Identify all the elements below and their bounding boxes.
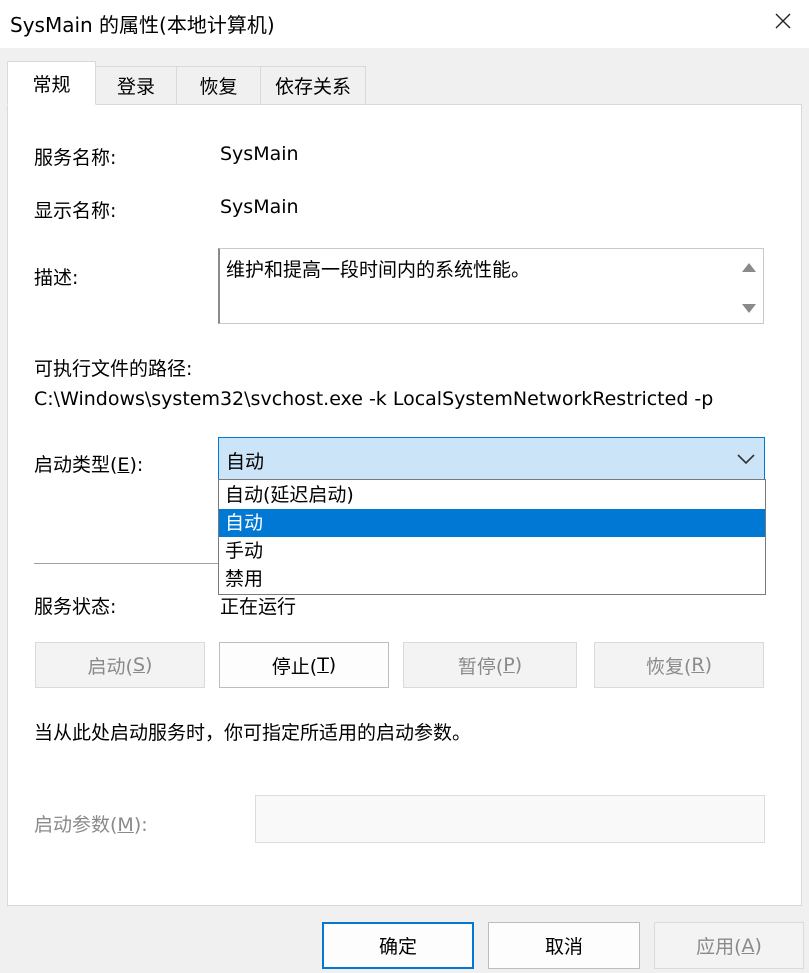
service-name-value: SysMain xyxy=(220,143,299,165)
scroll-up-arrow-icon xyxy=(741,256,757,278)
close-button[interactable] xyxy=(762,4,804,42)
description-label: 描述: xyxy=(34,267,79,289)
resume-button[interactable]: 恢复(R) xyxy=(594,642,764,688)
description-textbox[interactable]: 维护和提高一段时间内的系统性能。 xyxy=(218,248,764,324)
exe-path-value: C:\Windows\system32\svchost.exe -k Local… xyxy=(34,388,714,410)
tab-general[interactable]: 常规 xyxy=(7,61,96,105)
scroll-up-button[interactable] xyxy=(739,257,759,277)
display-name-label: 显示名称: xyxy=(34,200,117,222)
service-name-label: 服务名称: xyxy=(34,147,117,169)
window-title: SysMain 的属性(本地计算机) xyxy=(10,13,275,37)
startup-type-combobox[interactable]: 自动 xyxy=(218,437,765,480)
tab-recovery[interactable]: 恢复 xyxy=(176,66,261,104)
dropdown-option-manual[interactable]: 手动 xyxy=(219,537,765,565)
chevron-down-icon xyxy=(736,450,756,468)
startup-type-dropdown-list: 自动(延迟启动) 自动 手动 禁用 xyxy=(218,479,766,595)
start-params-input[interactable] xyxy=(255,795,765,843)
dropdown-option-automatic[interactable]: 自动 xyxy=(219,509,765,537)
startup-type-label: 启动类型(E): xyxy=(34,454,144,476)
description-text: 维护和提高一段时间内的系统性能。 xyxy=(226,259,531,281)
start-params-hint: 当从此处启动服务时，你可指定所适用的启动参数。 xyxy=(34,722,472,744)
pause-button[interactable]: 暂停(P) xyxy=(403,642,577,688)
tab-logon[interactable]: 登录 xyxy=(95,66,177,104)
scroll-down-arrow-icon xyxy=(741,298,757,320)
display-name-value: SysMain xyxy=(220,196,299,218)
apply-button[interactable]: 应用(A) xyxy=(654,922,804,969)
exe-path-label: 可执行文件的路径: xyxy=(34,358,193,380)
service-status-value: 正在运行 xyxy=(220,596,297,618)
start-params-label: 启动参数(M): xyxy=(34,814,148,836)
ok-button[interactable]: 确定 xyxy=(322,922,474,969)
startup-type-selected-value: 自动 xyxy=(226,451,265,473)
service-status-label: 服务状态: xyxy=(34,596,117,618)
scroll-down-button[interactable] xyxy=(739,299,759,319)
start-button[interactable]: 启动(S) xyxy=(35,642,205,688)
dropdown-option-automatic-delayed[interactable]: 自动(延迟启动) xyxy=(219,481,765,509)
tab-dependencies[interactable]: 依存关系 xyxy=(260,66,366,104)
separator xyxy=(34,563,224,564)
close-icon xyxy=(774,12,792,35)
dropdown-option-disabled[interactable]: 禁用 xyxy=(219,565,765,593)
cancel-button[interactable]: 取消 xyxy=(488,922,640,969)
stop-button[interactable]: 停止(T) xyxy=(219,642,389,688)
